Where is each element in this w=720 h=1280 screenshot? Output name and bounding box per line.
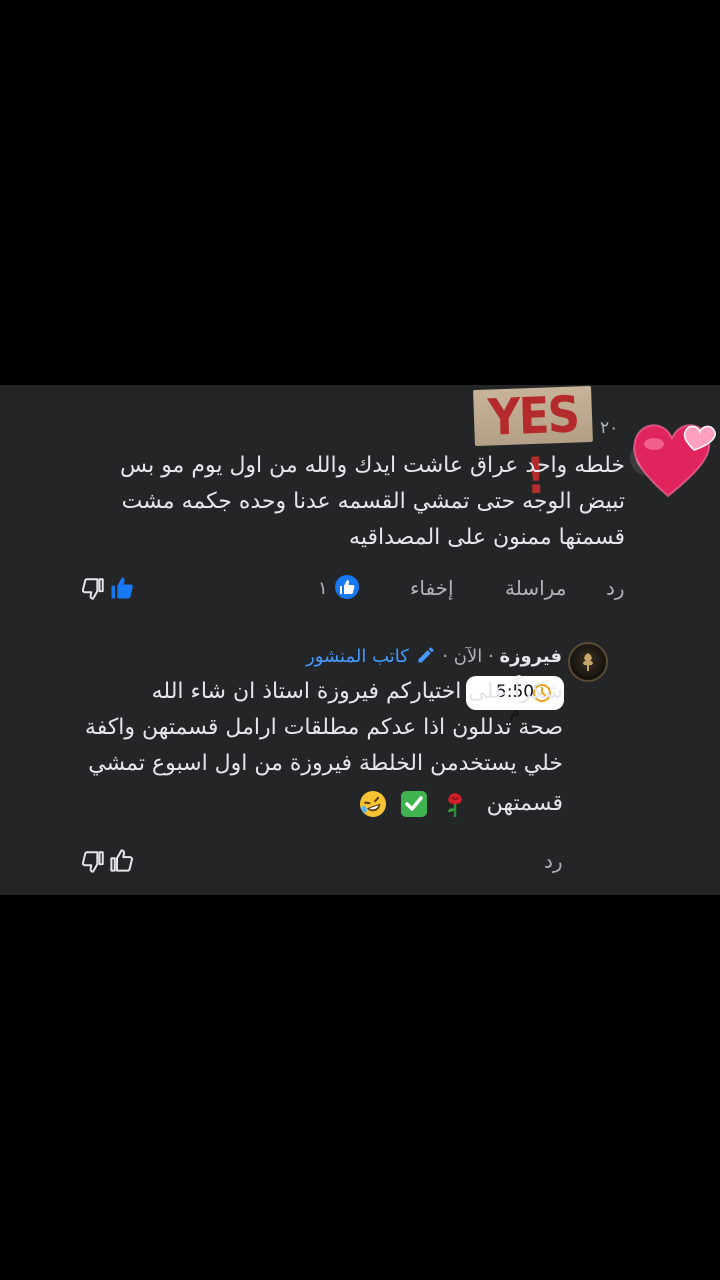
check-mark-emoji <box>400 791 427 817</box>
yes-sticker: YES ! <box>470 385 598 505</box>
comment-text-line: قسمتها ممنون على المصداقيه <box>349 525 625 550</box>
pencil-icon <box>418 647 434 663</box>
message-button[interactable]: مراسلة <box>505 576 566 600</box>
heart-avatar-icon[interactable] <box>628 410 716 500</box>
reply-text-line: خلي يستخدمن الخلطة فيروزة من اول اسبوع ت… <box>88 751 563 776</box>
reply-actions: رد <box>0 845 720 879</box>
hide-button[interactable]: إخفاء <box>410 576 454 600</box>
thumbs-down-icon[interactable] <box>80 576 106 602</box>
separator: · <box>442 646 449 667</box>
like-count: ١ <box>318 578 328 599</box>
author-badge: كاتب المنشور <box>306 646 409 667</box>
thumbs-up-icon[interactable] <box>108 847 135 874</box>
reply-text: شكراً على اختياركم فيروزة استاذ ان شاء ا… <box>33 674 563 822</box>
comment-time: ٢٠ <box>600 418 619 438</box>
comment-text-line: تبيض الوجه حتى تمشي القسمه عدنا وحده جكم… <box>121 489 625 514</box>
reply-button[interactable]: رد <box>606 576 625 600</box>
like-reaction-icon[interactable] <box>333 573 361 601</box>
comment-actions: رد مراسلة إخفاء ١ <box>0 572 720 606</box>
comment-text: خلطه واحد عراق عاشت ايدك والله من اول يو… <box>25 448 625 556</box>
reply-text-line: قسمتهن <box>486 791 563 816</box>
reply-last-line: قسمتهن <box>33 786 563 822</box>
thumbs-up-icon[interactable] <box>108 574 136 602</box>
reply-meta: فيروزة · الآن · كاتب المنشور <box>306 645 562 667</box>
emoji-group <box>354 786 470 822</box>
author-name[interactable]: فيروزة <box>499 646 562 667</box>
reply-text-line: صحة تدللون اذا عدكم مطلقات ارامل قسمتهن … <box>84 715 563 740</box>
reply-text-line: شكراً على اختياركم فيروزة استاذ ان شاء ا… <box>151 679 563 704</box>
avatar[interactable] <box>568 642 608 682</box>
rose-emoji <box>447 793 462 817</box>
rofl-emoji <box>359 791 386 817</box>
reply-button[interactable]: رد <box>544 849 563 873</box>
thumbs-down-icon[interactable] <box>80 849 106 875</box>
comment-text-line: خلطه واحد عراق عاشت ايدك والله من اول يو… <box>120 453 625 478</box>
reply-time: الآن <box>453 646 483 667</box>
separator: · <box>488 646 494 667</box>
